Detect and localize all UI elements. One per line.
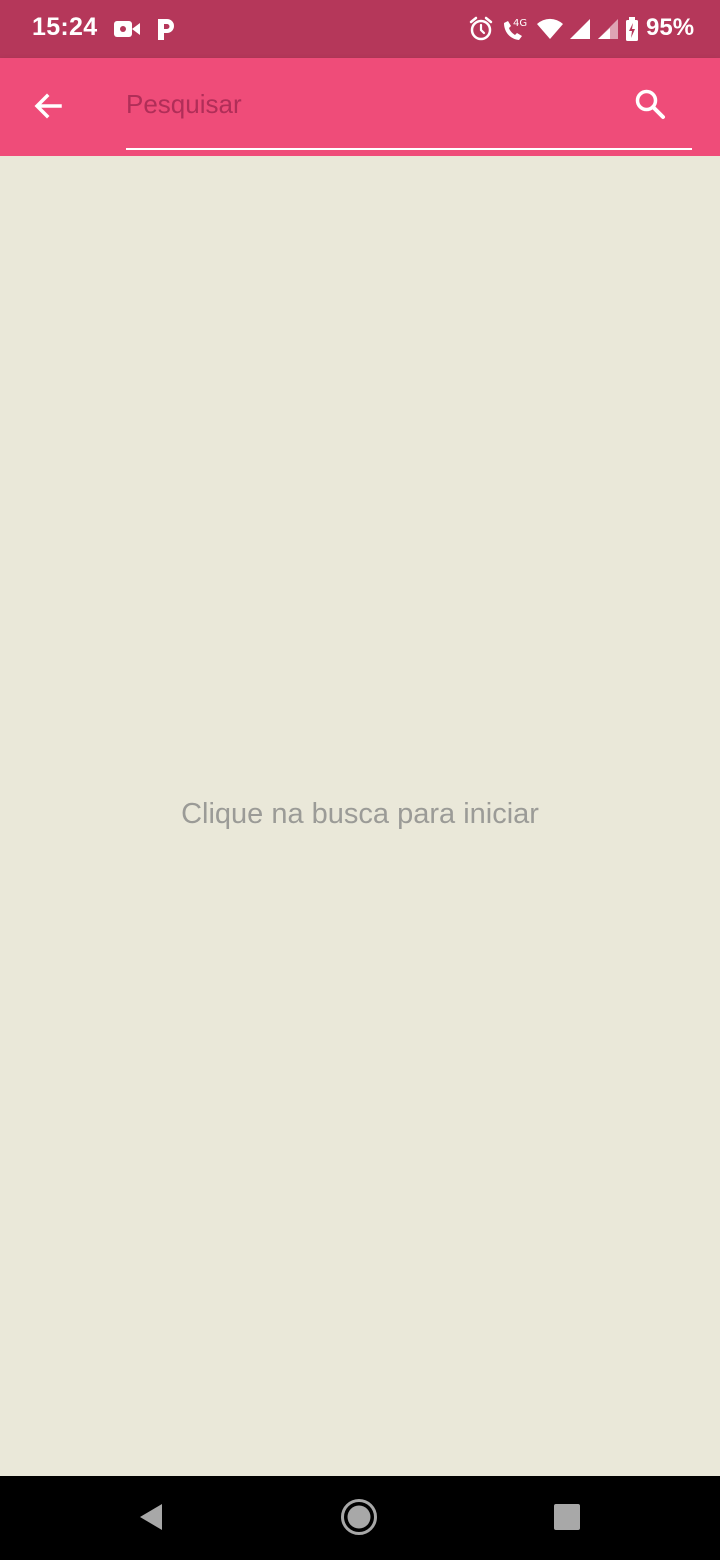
search-input[interactable]	[126, 82, 606, 126]
alarm-icon	[468, 15, 494, 43]
wifi-icon	[536, 15, 564, 43]
video-camera-icon	[112, 15, 142, 43]
main-content: Clique na busca para iniciar	[0, 156, 720, 1476]
volte-call-icon: 4G	[500, 15, 536, 43]
search-icon	[633, 87, 667, 126]
battery-charging-icon	[624, 15, 640, 43]
nav-recents-button[interactable]	[544, 1496, 590, 1542]
status-bar: 15:24 4G 95%	[0, 0, 720, 58]
search-button[interactable]	[622, 78, 678, 134]
status-time: 15:24	[32, 13, 98, 41]
back-triangle-icon	[136, 1501, 166, 1538]
parking-p-icon	[154, 15, 178, 43]
nav-back-button[interactable]	[128, 1496, 174, 1542]
back-arrow-icon	[32, 90, 64, 127]
signal-icon-2	[596, 15, 620, 43]
battery-percentage: 95%	[646, 14, 695, 41]
home-circle-icon	[339, 1497, 379, 1542]
nav-home-button[interactable]	[336, 1496, 382, 1542]
svg-text:4G: 4G	[513, 18, 527, 29]
signal-icon	[568, 15, 592, 43]
recents-square-icon	[552, 1502, 582, 1537]
empty-state-message: Clique na busca para iniciar	[181, 798, 539, 830]
app-bar	[0, 58, 720, 156]
search-field	[126, 82, 692, 150]
back-button[interactable]	[22, 82, 74, 134]
navigation-bar	[0, 1476, 720, 1560]
